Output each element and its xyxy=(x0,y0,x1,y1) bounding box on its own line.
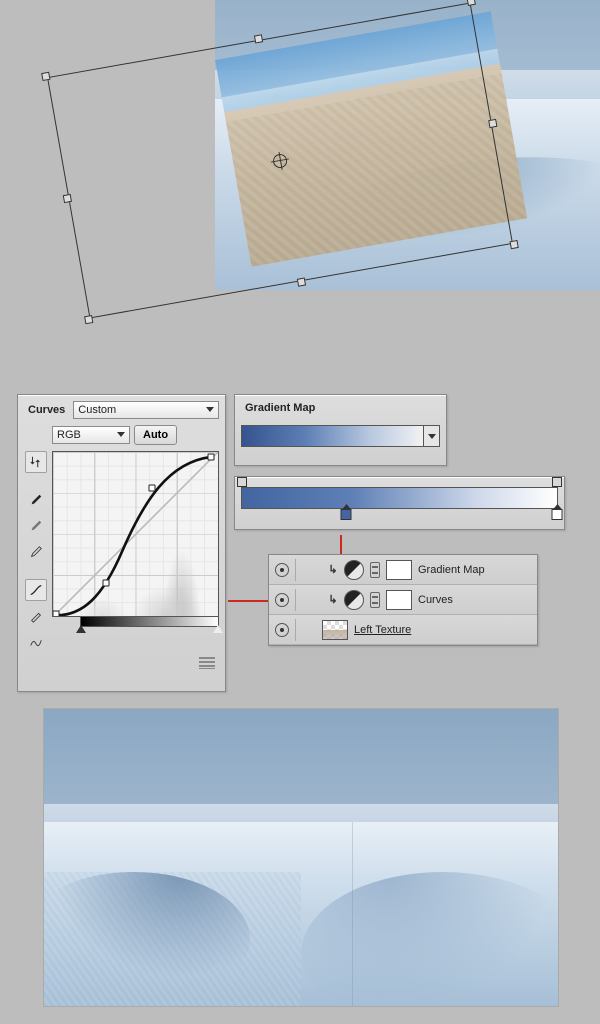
color-stop[interactable] xyxy=(340,509,351,520)
transform-handle[interactable] xyxy=(254,34,263,43)
layer-name[interactable]: Curves xyxy=(418,594,531,606)
gradient-strip[interactable] xyxy=(241,487,558,509)
clipping-indicator-icon: ↳ xyxy=(328,563,338,576)
gradient-picker-dropdown[interactable] xyxy=(424,425,440,447)
opacity-stop[interactable] xyxy=(237,477,247,487)
clipping-indicator-icon: ↳ xyxy=(328,593,338,606)
adjustment-layer-icon xyxy=(344,560,364,580)
mask-link-icon[interactable] xyxy=(370,592,380,608)
adjustment-layer-icon xyxy=(344,590,364,610)
curve-path[interactable] xyxy=(53,452,218,617)
curves-preset-value: Custom xyxy=(78,404,116,416)
curve-mode-icon[interactable] xyxy=(25,579,47,601)
result-image xyxy=(44,709,558,1006)
white-point-slider[interactable] xyxy=(213,625,223,633)
layer-row[interactable]: ↳ Gradient Map xyxy=(269,555,537,585)
gradient-editor xyxy=(234,476,565,530)
visibility-eye-icon[interactable] xyxy=(275,623,289,637)
curve-point[interactable] xyxy=(102,580,109,587)
white-eyedropper-icon[interactable] xyxy=(25,541,47,563)
mask-link-icon[interactable] xyxy=(370,562,380,578)
gradient-swatch[interactable] xyxy=(241,425,424,447)
auto-button[interactable]: Auto xyxy=(134,425,177,445)
transform-handle[interactable] xyxy=(297,277,306,286)
input-levels-ramp[interactable] xyxy=(80,617,219,627)
layer-name[interactable]: Left Texture xyxy=(354,624,531,636)
gradient-map-panel: Gradient Map xyxy=(234,394,447,466)
channel-value: RGB xyxy=(57,429,81,441)
color-stop[interactable] xyxy=(552,509,563,520)
panel-title: Gradient Map xyxy=(241,401,319,415)
curve-point[interactable] xyxy=(149,485,156,492)
curves-preset-dropdown[interactable]: Custom xyxy=(73,401,219,419)
layer-row[interactable]: Left Texture xyxy=(269,615,537,645)
chevron-down-icon xyxy=(117,432,125,437)
layer-row[interactable]: ↳ Curves xyxy=(269,585,537,615)
panel-menu-icon[interactable] xyxy=(199,657,215,669)
curves-panel: Curves Custom RGB Auto xyxy=(17,394,226,692)
opacity-stop[interactable] xyxy=(552,477,562,487)
gray-eyedropper-icon[interactable] xyxy=(25,515,47,537)
layer-mask-thumb[interactable] xyxy=(386,590,412,610)
channel-dropdown[interactable]: RGB xyxy=(52,426,130,444)
on-image-adjust-icon[interactable] xyxy=(25,451,47,473)
layer-name[interactable]: Gradient Map xyxy=(418,564,531,576)
canvas-top xyxy=(0,0,600,320)
curves-tool-strip xyxy=(24,451,48,653)
layer-thumbnail[interactable] xyxy=(322,620,348,640)
transform-handle[interactable] xyxy=(84,315,93,324)
panel-title: Curves xyxy=(24,403,69,417)
curves-graph[interactable] xyxy=(52,451,219,617)
black-eyedropper-icon[interactable] xyxy=(25,489,47,511)
transform-handle[interactable] xyxy=(63,193,72,202)
transform-handle[interactable] xyxy=(488,118,497,127)
transform-handle[interactable] xyxy=(510,240,519,249)
curve-point[interactable] xyxy=(53,611,60,617)
visibility-eye-icon[interactable] xyxy=(275,593,289,607)
layer-mask-thumb[interactable] xyxy=(386,560,412,580)
chevron-down-icon xyxy=(428,434,436,439)
visibility-eye-icon[interactable] xyxy=(275,563,289,577)
curve-point[interactable] xyxy=(208,453,215,460)
black-point-slider[interactable] xyxy=(76,625,86,633)
smooth-icon[interactable] xyxy=(25,631,47,653)
layers-panel: ↳ Gradient Map ↳ Curves Left Texture xyxy=(268,554,538,646)
chevron-down-icon xyxy=(206,407,214,412)
transform-handle[interactable] xyxy=(41,72,50,81)
pencil-mode-icon[interactable] xyxy=(25,605,47,627)
